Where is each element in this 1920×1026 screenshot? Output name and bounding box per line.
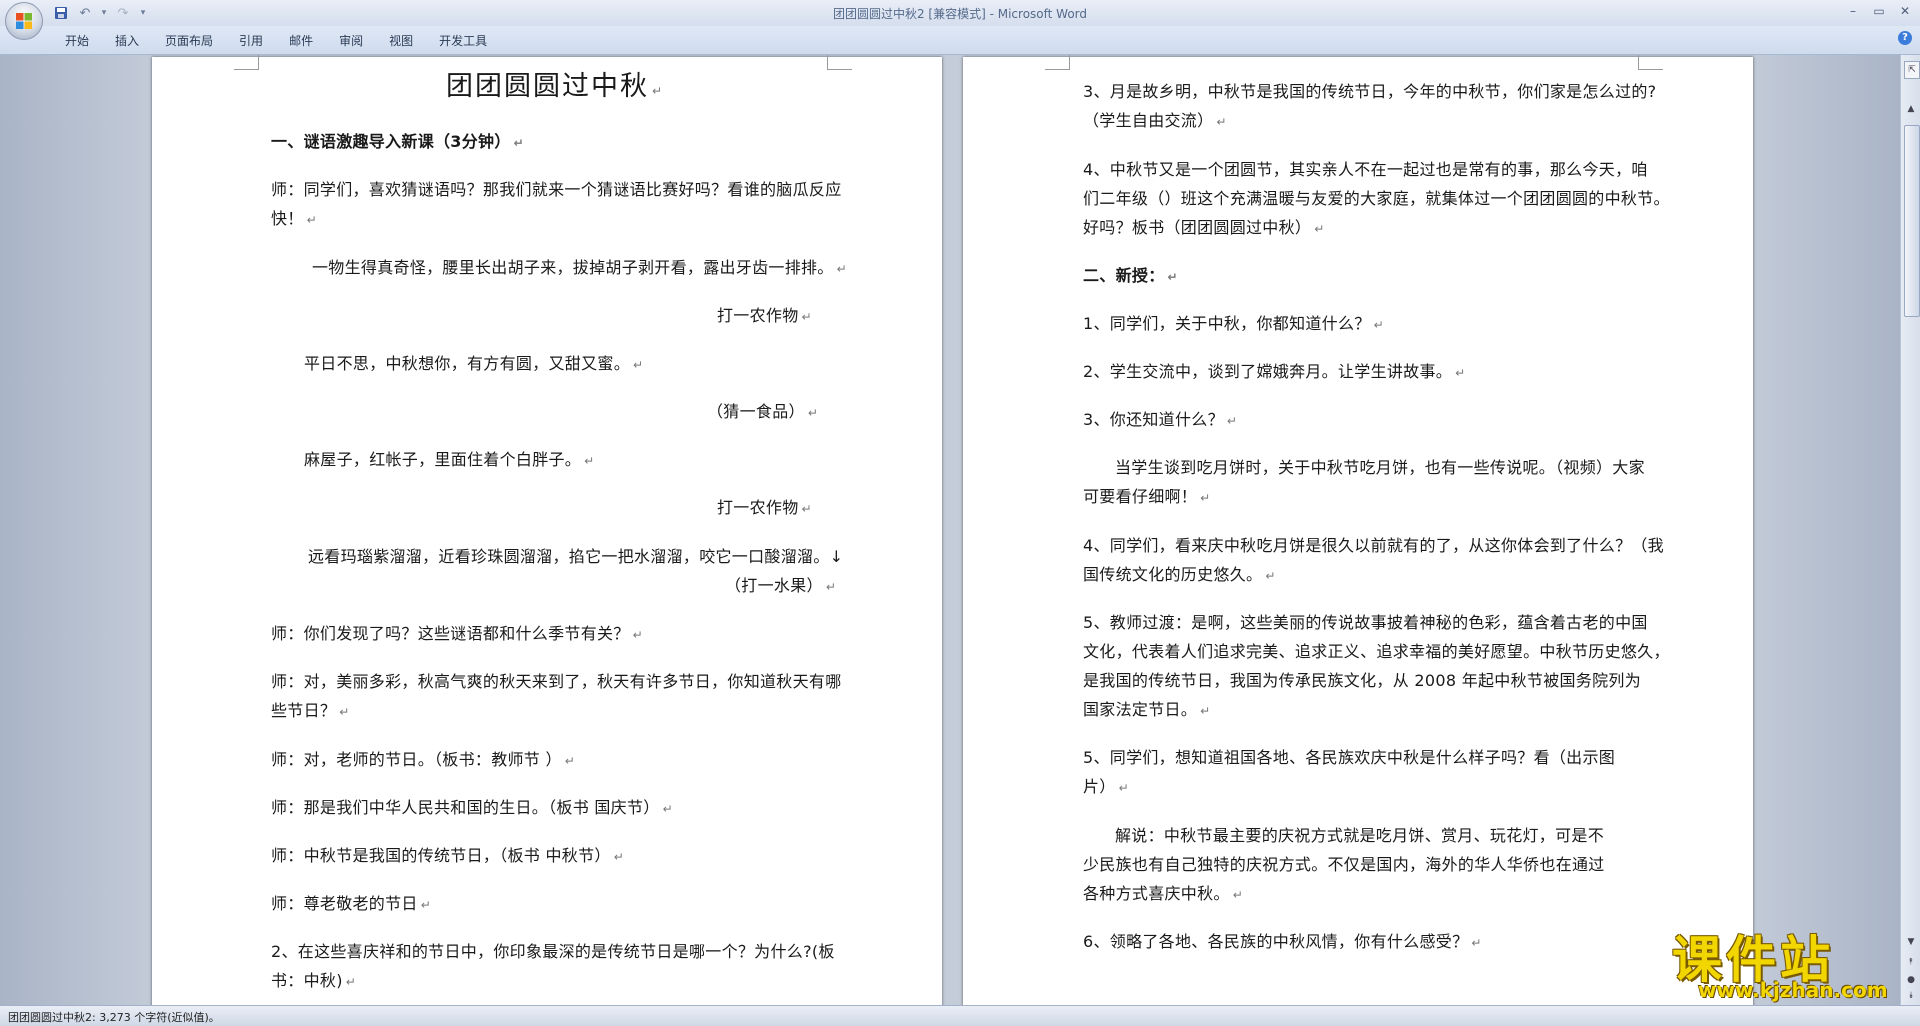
paragraph[interactable]: 打一农作物 (717, 493, 812, 524)
paragraph[interactable]: 师：那是我们中华人民共和国的生日。（板书 国庆节） (271, 793, 673, 824)
paragraph[interactable]: 们二年级（）班这个充满温暖与友爱的大家庭，就集体过一个团团圆圆的中秋节。 (1083, 184, 1670, 213)
paragraph[interactable]: 4、同学们，看来庆中秋吃月饼是很久以前就有的了，从这你体会到了什么？（我 (1083, 531, 1664, 560)
paragraph[interactable]: 文化，代表着人们追求完美、追求正义、追求幸福的美好愿望。中秋节历史悠久， (1083, 637, 1670, 666)
paragraph[interactable]: 可要看仔细啊！ (1083, 482, 1210, 513)
document-page-2[interactable]: 3、月是故乡明，中秋节是我国的传统节日，今年的中秋节，你们家是怎么过的? （学生… (963, 55, 1753, 1005)
minimize-button[interactable]: – (1842, 2, 1864, 20)
crop-mark (827, 55, 852, 70)
document-area: 团团圆圆过中秋 一、谜语激趣导入新课（3分钟） 师：同学们，喜欢猜谜语吗？那我们… (0, 55, 1900, 1005)
document-title[interactable]: 团团圆圆过中秋 (446, 72, 664, 106)
paragraph[interactable]: 国家法定节日。 (1083, 695, 1210, 726)
crop-mark (1045, 55, 1070, 70)
tab-developer[interactable]: 开发工具 (426, 29, 500, 52)
office-button[interactable] (5, 2, 43, 40)
vertical-scrollbar[interactable]: ⇱ ▲ ▼ ⯭ ● ⯯ (1900, 55, 1920, 1005)
close-button[interactable]: ✕ (1894, 2, 1916, 20)
paragraph[interactable]: 片） (1083, 772, 1129, 803)
tab-references[interactable]: 引用 (226, 29, 276, 52)
paragraph[interactable]: 二、新授： (1083, 261, 1178, 292)
paragraph[interactable]: 师：你们发现了吗？这些谜语都和什么季节有关？ (271, 619, 643, 650)
word-count-status[interactable]: 团团圆圆过中秋2: 3,273 个字符(近似值)。 (8, 1009, 220, 1025)
ribbon-tabs: 开始 插入 页面布局 引用 邮件 审阅 视图 开发工具 (52, 29, 500, 52)
paragraph[interactable]: （学生自由交流） (1083, 106, 1227, 137)
paragraph[interactable]: 4、中秋节又是一个团圆节，其实亲人不在一起过也是常有的事，那么今天，咱 (1083, 155, 1648, 184)
tab-home[interactable]: 开始 (52, 29, 102, 52)
paragraph[interactable]: （猜一食品） (707, 397, 818, 428)
paragraph[interactable]: 5、教师过渡：是啊，这些美丽的传说故事披着神秘的色彩，蕴含着古老的中国 (1083, 608, 1648, 637)
paragraph[interactable]: 3、你还知道什么？ (1083, 405, 1237, 436)
paragraph[interactable]: 远看玛瑙紫溜溜，近看珍珠圆溜溜，掐它一把水溜溜，咬它一口酸溜溜。↓ (308, 542, 843, 571)
paragraph[interactable]: 6、领略了各地、各民族的中秋风情，你有什么感受？ (1083, 927, 1482, 958)
paragraph[interactable]: 2、学生交流中，谈到了嫦娥奔月。让学生讲故事。 (1083, 357, 1465, 388)
help-icon[interactable]: ? (1898, 31, 1912, 45)
ribbon: 开始 插入 页面布局 引用 邮件 审阅 视图 开发工具 ? (0, 26, 1920, 55)
paragraph[interactable]: 师：对，美丽多彩，秋高气爽的秋天来到了，秋天有许多节日，你知道秋天有哪 (271, 667, 842, 696)
paragraph[interactable]: 师：中秋节是我国的传统节日，（板书 中秋节） (271, 841, 624, 872)
paragraph[interactable]: 一物生得真奇怪，腰里长出胡子来，拔掉胡子剥开看，露出牙齿一排排。 (312, 253, 847, 284)
paragraph[interactable]: 一、谜语激趣导入新课（3分钟） (271, 127, 524, 158)
tab-insert[interactable]: 插入 (102, 29, 152, 52)
paragraph[interactable]: 师：对，老师的节日。（板书：教师节 ） (271, 745, 575, 776)
paragraph[interactable]: （打一水果） (725, 571, 836, 602)
paragraph[interactable]: 5、同学们，想知道祖国各地、各民族欢庆中秋是什么样子吗？看（出示图 (1083, 743, 1615, 772)
view-ruler-icon[interactable]: ⇱ (1904, 61, 1920, 79)
paragraph[interactable]: 1、同学们，关于中秋，你都知道什么？ (1083, 309, 1384, 340)
tab-page-layout[interactable]: 页面布局 (152, 29, 226, 52)
status-bar: 团团圆圆过中秋2: 3,273 个字符(近似值)。 (0, 1005, 1920, 1026)
window-title: 团团圆圆过中秋2 [兼容模式] - Microsoft Word (832, 7, 1088, 21)
paragraph[interactable]: 是我国的传统节日，我国为传承民族文化，从 2008 年起中秋节被国务院列为 (1083, 666, 1641, 695)
tab-review[interactable]: 审阅 (326, 29, 376, 52)
paragraph[interactable]: 些节日？ (271, 696, 350, 727)
paragraph[interactable]: 3、月是故乡明，中秋节是我国的传统节日，今年的中秋节，你们家是怎么过的? (1083, 77, 1656, 106)
tab-mailings[interactable]: 邮件 (276, 29, 326, 52)
scroll-up-icon[interactable]: ▲ (1904, 101, 1918, 117)
paragraph[interactable]: 当学生谈到吃月饼时，关于中秋节吃月饼，也有一些传说呢。（视频）大家 (1115, 453, 1645, 482)
title-bar: ↶ ▾ ↷ ▾ 团团圆圆过中秋2 [兼容模式] - Microsoft Word… (0, 0, 1920, 40)
paragraph[interactable]: 快！ (271, 204, 317, 235)
paragraph[interactable]: 各种方式喜庆中秋。 (1083, 879, 1243, 910)
paragraph[interactable]: 2、在这些喜庆祥和的节日中，你印象最深的是传统节日是哪一个？为什么?(板 (271, 937, 835, 966)
paragraph[interactable]: 好吗？板书（团团圆圆过中秋） (1083, 213, 1325, 244)
watermark-logo: 课件站 www.kjzhan.com (1668, 920, 1908, 1004)
paragraph[interactable]: 平日不思，中秋想你，有方有圆，又甜又蜜。 (304, 349, 643, 380)
window-controls: – ▭ ✕ (1842, 2, 1916, 20)
paragraph[interactable]: 解说：中秋节最主要的庆祝方式就是吃月饼、赏月、玩花灯，可是不 (1115, 821, 1604, 850)
maximize-button[interactable]: ▭ (1868, 2, 1890, 20)
paragraph[interactable]: 打一农作物 (717, 301, 812, 332)
paragraph[interactable]: 少民族也有自己独特的庆祝方式。不仅是国内，海外的华人华侨也在通过 (1083, 850, 1605, 879)
paragraph[interactable]: 师：尊老敬老的节日 (271, 889, 431, 920)
paragraph[interactable]: 国传统文化的历史悠久。 (1083, 560, 1276, 591)
tab-view[interactable]: 视图 (376, 29, 426, 52)
paragraph[interactable]: 师：同学们，喜欢猜谜语吗？那我们就来一个猜谜语比赛好吗？看谁的脑瓜反应 (271, 175, 842, 204)
paragraph[interactable]: 麻屋子，红帐子，里面住着个白胖子。 (304, 445, 594, 476)
office-logo-icon (16, 13, 32, 29)
document-page-1[interactable]: 团团圆圆过中秋 一、谜语激趣导入新课（3分钟） 师：同学们，喜欢猜谜语吗？那我们… (152, 55, 942, 1005)
crop-mark (234, 55, 259, 70)
scroll-thumb[interactable] (1904, 125, 1920, 317)
watermark-url: www.kjzhan.com (1698, 978, 1888, 1002)
crop-mark (1638, 55, 1663, 70)
paragraph[interactable]: 书：中秋) (271, 966, 356, 997)
